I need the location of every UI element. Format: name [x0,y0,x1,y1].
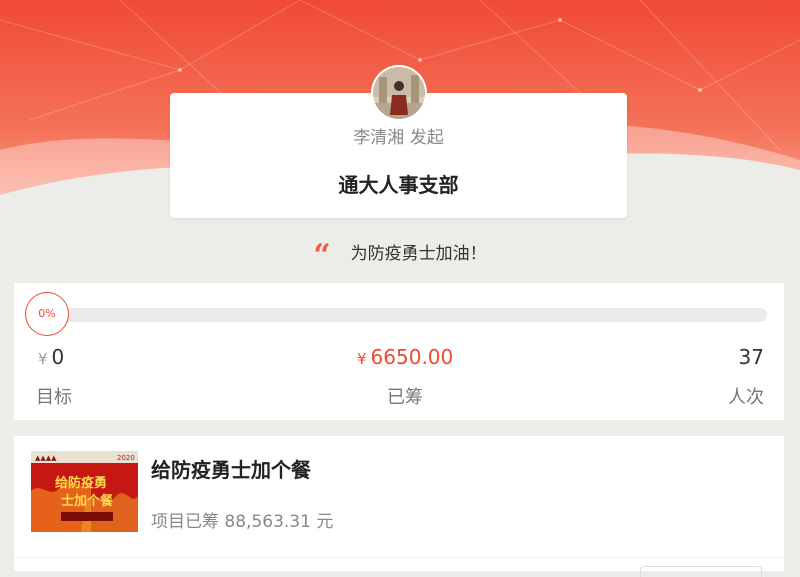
project-thumbnail[interactable]: ▲▲▲▲ 2020 给防疫勇 士加个餐 [31,451,138,532]
raised-value: 6650.00 [370,345,454,369]
organization-title: 通大人事支部 [338,173,459,197]
quote-icon: “ [313,238,331,273]
count-label: 人次 [728,387,764,408]
raised-amount: ¥6650.00 [357,345,453,369]
progress-bar [42,308,767,322]
progress-percent-badge: 0% [25,292,69,336]
svg-text:▲▲▲▲: ▲▲▲▲ [35,454,57,462]
divider [14,557,784,558]
raised-label: 已筹 [387,387,423,408]
thumb-line-1: 给防疫勇 [55,475,107,491]
target-value: 0 [51,345,65,369]
initiator-name: 李清湘 发起 [353,128,444,148]
slogan-text: 为防疫勇士加油！ [350,244,487,264]
progress-card: 0% ¥0 ¥6650.00 37 目标 已筹 人次 [14,283,784,420]
target-amount: ¥0 [38,345,64,369]
donor-count: 37 [738,345,764,369]
currency-symbol: ¥ [38,350,48,368]
project-title[interactable]: 给防疫勇士加个餐 [151,454,311,483]
project-raised-total: 项目已筹 88,563.31 元 [151,512,334,532]
slogan: “ 为防疫勇士加油！ [0,238,800,273]
footer-button[interactable] [640,566,762,577]
avatar[interactable] [373,67,425,119]
thumb-line-2: 士加个餐 [61,493,114,509]
target-label: 目标 [36,387,72,408]
currency-symbol: ¥ [357,350,367,368]
project-card[interactable]: ▲▲▲▲ 2020 给防疫勇 士加个餐 给防疫勇士加个餐 项目已筹 88,563… [14,436,784,577]
thumb-year: 2020 [117,454,135,462]
